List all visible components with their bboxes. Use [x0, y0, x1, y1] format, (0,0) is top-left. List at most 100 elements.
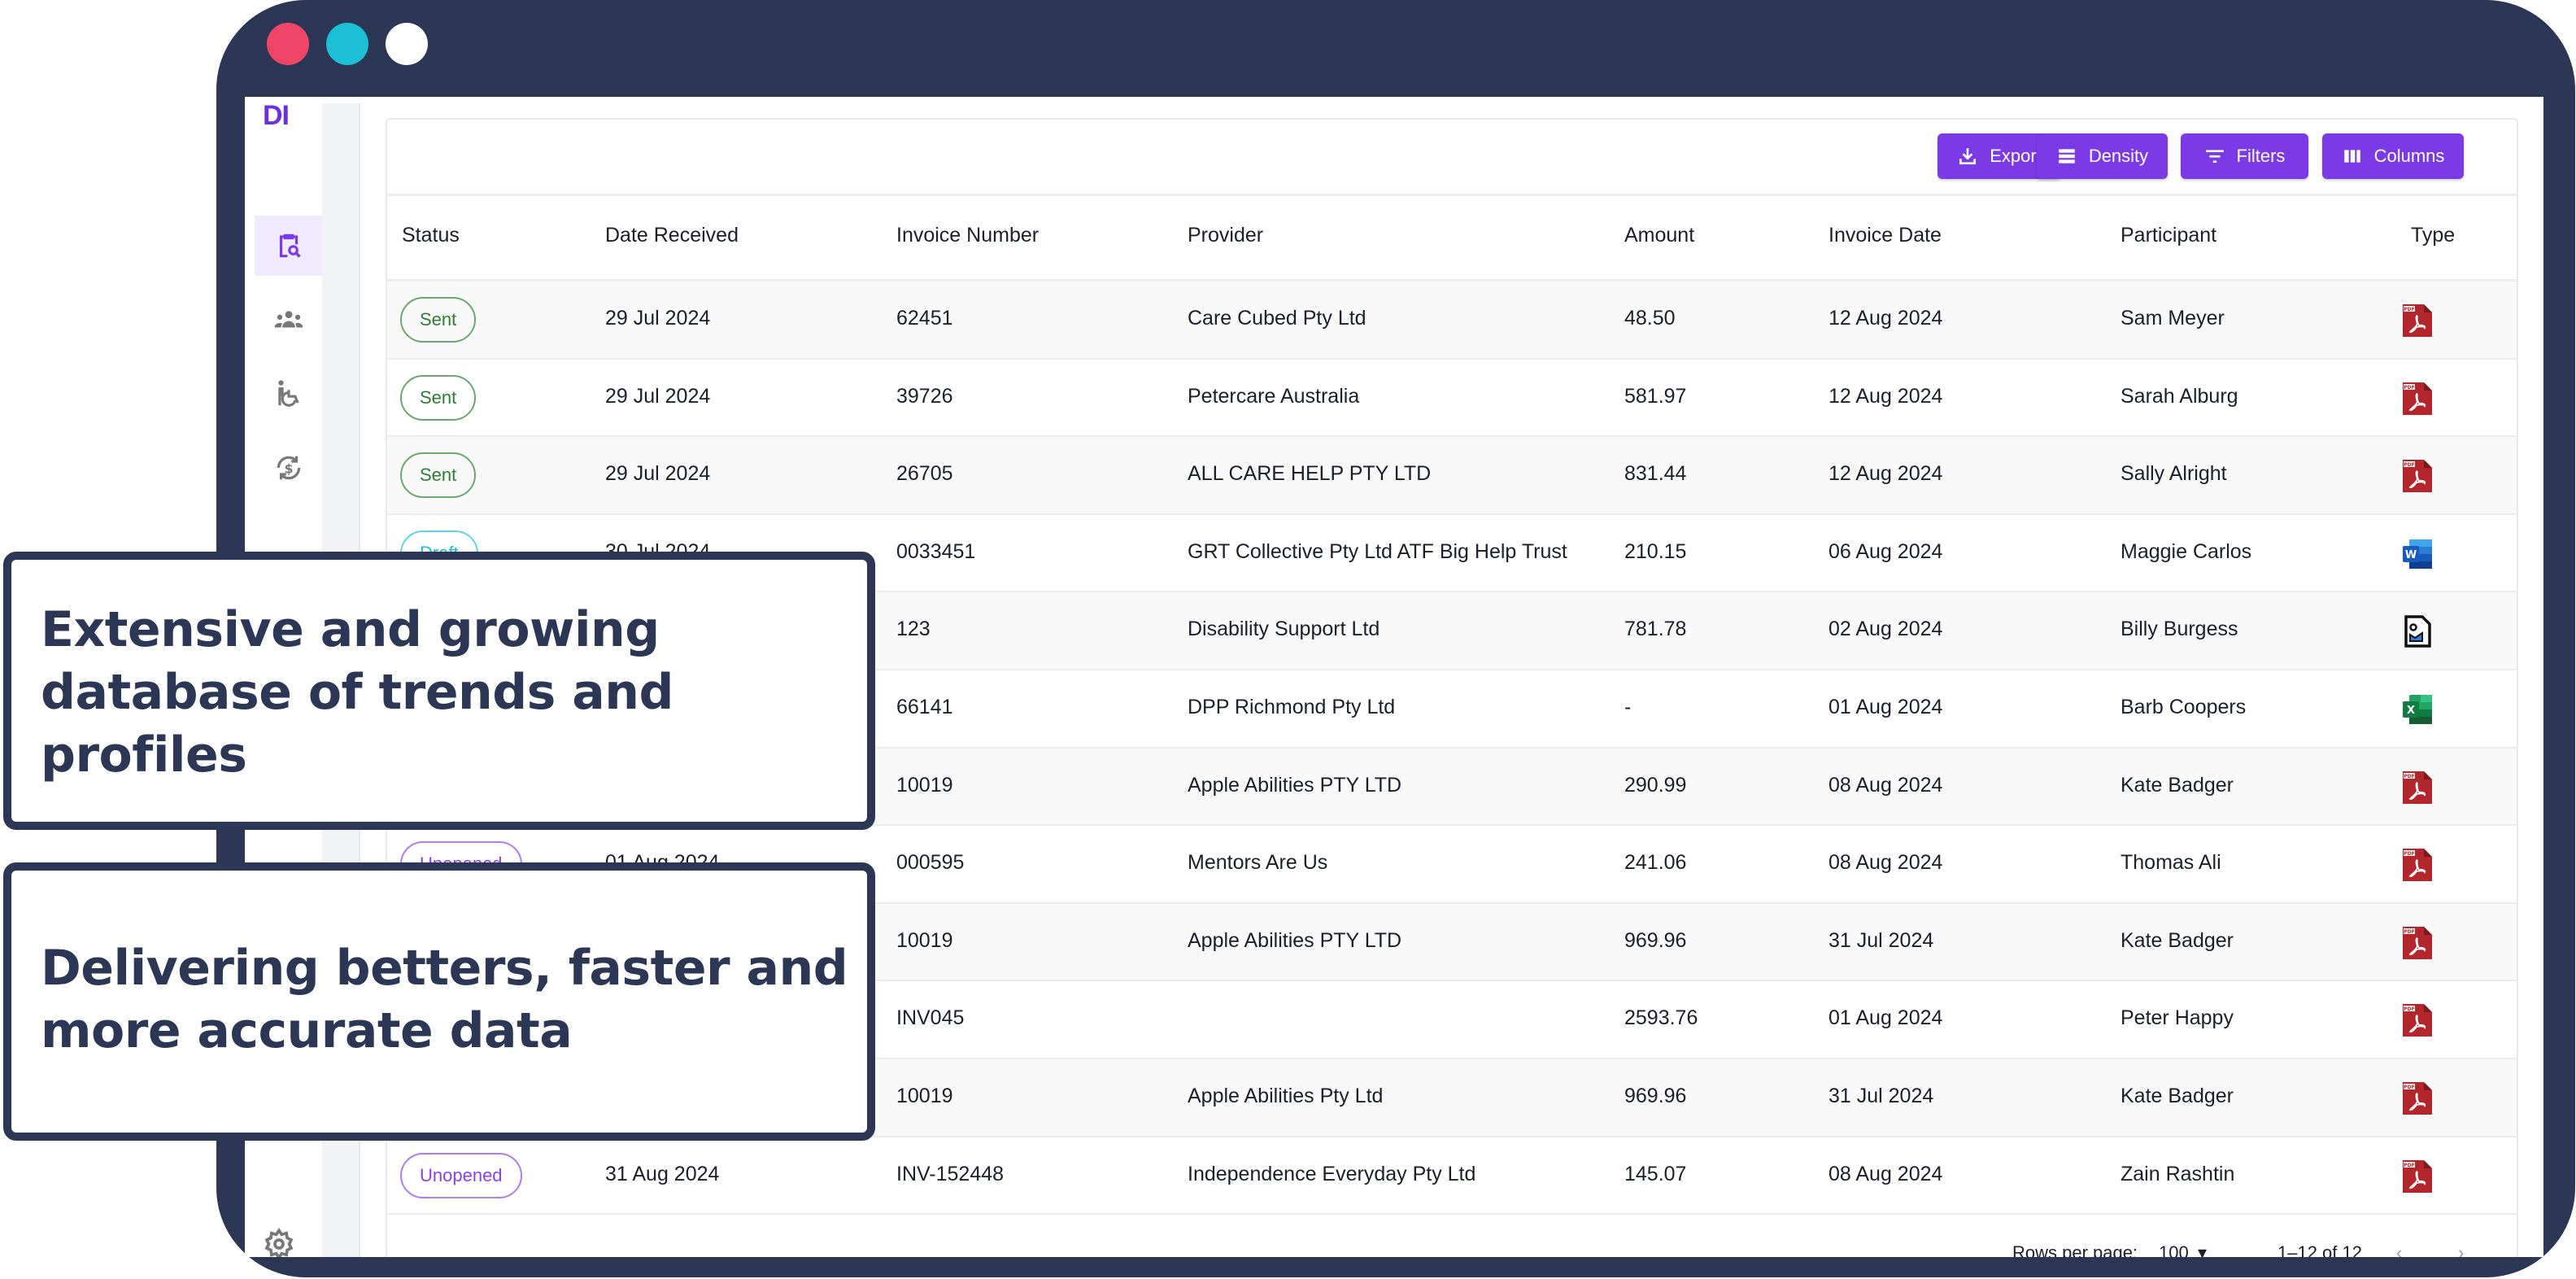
clipboard-search-icon: [279, 234, 301, 258]
table-row[interactable]: Sent 29 Jul 2024 62451 Care Cubed Pty Ltd 48…: [387, 282, 2517, 360]
app-logo[interactable]: DI: [263, 100, 290, 132]
svg-text:PDF: PDF: [2404, 385, 2414, 391]
provider-cell: GRT Collective Pty Ltd ATF Big Help Trus…: [1188, 539, 1567, 563]
sidebar-item-payments[interactable]: $: [255, 438, 322, 498]
window-close-button[interactable]: [267, 23, 309, 65]
participant-cell: Kate Badger: [2121, 773, 2234, 797]
invoice-number-cell: 123: [896, 618, 931, 641]
column-header-participant[interactable]: Participant: [2121, 224, 2216, 247]
pdf-file-icon[interactable]: PDF: [2401, 1002, 2434, 1038]
pdf-file-icon[interactable]: PDF: [2401, 1080, 2434, 1116]
table-row[interactable]: Unopened 31 Aug 2024 INV-152448 Independenc…: [387, 1137, 2517, 1216]
image-file-icon[interactable]: [2401, 613, 2434, 649]
invoice-date-cell: 08 Aug 2024: [1828, 1162, 1943, 1185]
rows-per-page-select[interactable]: 100: [2159, 1242, 2189, 1257]
invoice-date-cell: 12 Aug 2024: [1828, 462, 1943, 486]
provider-cell: Disability Support Ltd: [1188, 618, 1380, 641]
density-button[interactable]: Density: [2037, 133, 2168, 179]
pagination: Rows per page: 100 ▾ 1–12 of 12 ‹ ›: [387, 1234, 2517, 1257]
svg-text:PDF: PDF: [2404, 774, 2414, 779]
invoice-date-cell: 08 Aug 2024: [1828, 773, 1943, 797]
amount-cell: 290.99: [1624, 773, 1687, 797]
excel-file-icon[interactable]: X: [2401, 692, 2434, 727]
chevron-down-icon[interactable]: ▾: [2198, 1242, 2207, 1257]
feature-callout-database: Extensive and growing database of trends…: [3, 552, 875, 830]
invoice-number-cell: 10019: [896, 928, 953, 952]
date-received-cell: 31 Aug 2024: [605, 1162, 720, 1185]
invoice-number-cell: INV-152448: [896, 1162, 1005, 1185]
column-header-status[interactable]: Status: [402, 224, 460, 247]
callout-text: Extensive and growing database of trends…: [41, 601, 673, 784]
participant-cell: Barb Coopers: [2121, 695, 2247, 718]
callout-text: Delivering betters, faster and more accu…: [41, 940, 848, 1059]
invoice-date-cell: 06 Aug 2024: [1828, 539, 1943, 563]
settings-gear-icon[interactable]: [263, 1228, 295, 1257]
pdf-file-icon[interactable]: PDF: [2401, 381, 2434, 417]
pdf-file-icon[interactable]: PDF: [2401, 1159, 2434, 1194]
pdf-file-icon[interactable]: PDF: [2401, 770, 2434, 805]
status-badge: Unopened: [400, 1152, 522, 1198]
amount-cell: 831.44: [1624, 462, 1687, 486]
invoice-date-cell: 12 Aug 2024: [1828, 307, 1943, 330]
column-header-invoice-number[interactable]: Invoice Number: [896, 224, 1039, 247]
svg-text:PDF: PDF: [2404, 929, 2414, 935]
invoice-number-cell: 39726: [896, 384, 953, 408]
pdf-file-icon[interactable]: PDF: [2401, 303, 2434, 338]
table-row[interactable]: Sent 29 Jul 2024 39726 Petercare Australia 5…: [387, 360, 2517, 438]
amount-cell: 210.15: [1624, 539, 1687, 563]
invoice-number-cell: 0033451: [896, 539, 976, 563]
invoice-number-cell: 66141: [896, 695, 953, 718]
pagination-range: 1–12 of 12: [2277, 1242, 2362, 1257]
sidebar-item-accessibility[interactable]: [255, 364, 322, 424]
invoice-number-cell: 10019: [896, 773, 953, 797]
amount-cell: 241.06: [1624, 851, 1687, 875]
pdf-file-icon[interactable]: PDF: [2401, 925, 2434, 961]
svg-text:PDF: PDF: [2404, 851, 2414, 857]
column-header-type[interactable]: Type: [2411, 224, 2455, 247]
column-header-provider[interactable]: Provider: [1188, 224, 1263, 247]
amount-cell: 581.97: [1624, 384, 1687, 408]
amount-cell: 2593.76: [1624, 1006, 1698, 1030]
groups-icon: [274, 311, 303, 328]
window-minimize-button[interactable]: [326, 23, 368, 65]
amount-cell: 781.78: [1624, 618, 1687, 641]
status-badge: Sent: [400, 297, 477, 343]
pdf-file-icon[interactable]: PDF: [2401, 847, 2434, 883]
table-row[interactable]: Sent 29 Jul 2024 26705 ALL CARE HELP PTY LT…: [387, 437, 2517, 515]
invoice-date-cell: 31 Jul 2024: [1828, 1084, 1934, 1107]
sidebar-item-participants[interactable]: [255, 290, 322, 350]
filters-button[interactable]: Filters: [2181, 133, 2308, 179]
column-header-date-received[interactable]: Date Received: [605, 224, 739, 247]
invoice-number-cell: INV045: [896, 1006, 965, 1030]
window-maximize-button[interactable]: [386, 23, 428, 65]
pdf-file-icon[interactable]: PDF: [2401, 458, 2434, 494]
participant-cell: Peter Happy: [2121, 1006, 2234, 1030]
participant-cell: Billy Burgess: [2121, 618, 2238, 641]
status-badge: Sent: [400, 452, 477, 499]
svg-text:PDF: PDF: [2404, 1006, 2414, 1012]
amount-cell: 145.07: [1624, 1162, 1687, 1185]
invoice-date-cell: 01 Aug 2024: [1828, 1006, 1943, 1030]
currency-exchange-icon: $: [277, 456, 300, 480]
invoice-date-cell: 08 Aug 2024: [1828, 851, 1943, 875]
columns-button[interactable]: Columns: [2322, 133, 2464, 179]
word-file-icon[interactable]: W: [2401, 536, 2434, 572]
column-header-amount[interactable]: Amount: [1624, 224, 1694, 247]
svg-text:X: X: [2407, 705, 2415, 717]
previous-page-button[interactable]: ‹: [2396, 1242, 2402, 1257]
date-received-cell: 29 Jul 2024: [605, 462, 711, 486]
date-received-cell: 29 Jul 2024: [605, 307, 711, 330]
provider-cell: Apple Abilities Pty Ltd: [1188, 1084, 1384, 1107]
sidebar-item-invoices[interactable]: [255, 216, 322, 276]
invoice-number-cell: 26705: [896, 462, 953, 486]
provider-cell: Care Cubed Pty Ltd: [1188, 307, 1366, 330]
participant-cell: Sally Alright: [2121, 462, 2227, 486]
export-label: Export: [1990, 146, 2042, 166]
amount-cell: -: [1624, 695, 1632, 718]
participant-cell: Thomas Ali: [2121, 851, 2221, 875]
invoice-date-cell: 02 Aug 2024: [1828, 618, 1943, 641]
column-header-invoice-date[interactable]: Invoice Date: [1828, 224, 1942, 247]
feature-callout-accuracy: Delivering betters, faster and more accu…: [3, 862, 875, 1141]
next-page-button[interactable]: ›: [2458, 1242, 2464, 1257]
date-received-cell: 29 Jul 2024: [605, 384, 711, 408]
